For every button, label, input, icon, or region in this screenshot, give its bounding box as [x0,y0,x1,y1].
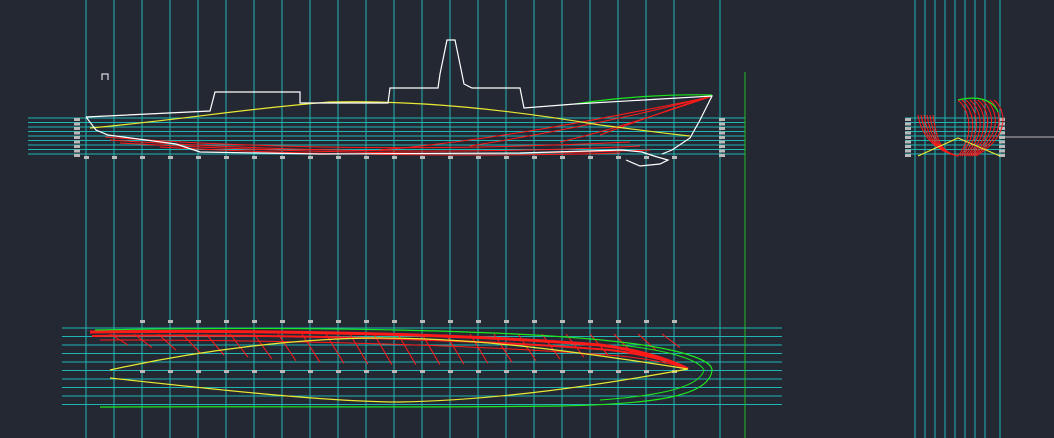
profile-marker-13 [448,156,453,159]
half-breadth-mid-marker-10 [420,370,425,373]
profile-marker-6 [252,156,257,159]
profile-marker-19 [616,156,621,159]
half-breadth-mid-marker-15 [560,370,565,373]
half-breadth-mid-marker-13 [504,370,509,373]
profile-marker-20 [644,156,649,159]
background [0,0,1054,438]
half-breadth-mid-marker-9 [392,370,397,373]
half-breadth-top-marker-6 [308,320,313,323]
body-left-tick-2 [905,127,911,130]
profile-marker-5 [224,156,229,159]
profile-left-tick-7 [74,149,80,153]
profile-marker-0 [84,156,89,159]
profile-right-tick-6 [719,145,725,148]
profile-left-tick-3 [74,131,80,135]
half-breadth-top-marker-8 [364,320,369,323]
half-breadth-top-marker-19 [672,320,677,323]
profile-left-tick-4 [74,136,80,139]
half-breadth-top-marker-10 [420,320,425,323]
half-breadth-top-marker-0 [140,320,145,323]
body-right-tick-6 [999,145,1005,148]
half-breadth-mid-marker-6 [308,370,313,373]
half-breadth-top-marker-1 [168,320,173,323]
half-breadth-mid-marker-16 [588,370,593,373]
body-left-tick-7 [905,149,911,153]
body-left-tick-1 [905,122,911,126]
half-breadth-mid-marker-18 [644,370,649,373]
profile-right-tick-2 [719,127,725,130]
profile-marker-12 [420,156,425,159]
body-right-tick-0 [999,118,1005,121]
body-left-tick-3 [905,131,911,135]
profile-left-tick-1 [74,122,80,126]
profile-right-tick-7 [719,149,725,153]
half-breadth-top-marker-17 [616,320,621,323]
half-breadth-mid-marker-0 [140,370,145,373]
cad-viewport[interactable] [0,0,1054,438]
body-left-tick-8 [905,154,911,157]
half-breadth-top-marker-13 [504,320,509,323]
half-breadth-top-marker-2 [196,320,201,323]
half-breadth-top-marker-12 [476,320,481,323]
half-breadth-top-marker-3 [224,320,229,323]
profile-marker-18 [588,156,593,159]
half-breadth-mid-marker-5 [280,370,285,373]
profile-left-tick-5 [74,140,80,144]
profile-right-tick-5 [719,140,725,144]
half-breadth-top-marker-4 [252,320,257,323]
profile-right-tick-0 [719,118,725,121]
profile-right-tick-1 [719,122,725,126]
half-breadth-mid-marker-4 [252,370,257,373]
half-breadth-mid-marker-7 [336,370,341,373]
body-left-tick-5 [905,140,911,144]
profile-marker-2 [140,156,145,159]
half-breadth-top-marker-7 [336,320,341,323]
half-breadth-top-marker-14 [532,320,537,323]
half-breadth-mid-marker-14 [532,370,537,373]
half-breadth-mid-marker-1 [168,370,173,373]
profile-right-tick-8 [719,154,725,157]
body-left-tick-0 [905,118,911,121]
profile-marker-21 [672,156,677,159]
profile-marker-1 [112,156,117,159]
profile-marker-11 [392,156,397,159]
half-breadth-top-marker-18 [644,320,649,323]
half-breadth-top-marker-9 [392,320,397,323]
half-breadth-top-marker-5 [280,320,285,323]
profile-right-tick-3 [719,131,725,135]
profile-marker-15 [504,156,509,159]
body-left-tick-6 [905,145,911,148]
half-breadth-top-marker-16 [588,320,593,323]
profile-marker-8 [308,156,313,159]
drawing-canvas[interactable] [0,0,1054,438]
profile-marker-9 [336,156,341,159]
profile-marker-3 [168,156,173,159]
half-breadth-mid-marker-3 [224,370,229,373]
profile-marker-16 [532,156,537,159]
body-right-tick-5 [999,140,1005,144]
profile-marker-7 [280,156,285,159]
half-breadth-top-marker-11 [448,320,453,323]
body-left-tick-4 [905,136,911,139]
profile-marker-4 [196,156,201,159]
half-breadth-mid-marker-8 [364,370,369,373]
profile-marker-17 [560,156,565,159]
profile-marker-14 [476,156,481,159]
profile-left-tick-2 [74,127,80,130]
half-breadth-mid-marker-12 [476,370,481,373]
profile-left-tick-0 [74,118,80,121]
profile-right-tick-4 [719,136,725,139]
profile-marker-10 [364,156,369,159]
half-breadth-mid-marker-2 [196,370,201,373]
half-breadth-mid-marker-11 [448,370,453,373]
body-right-tick-7 [999,149,1005,153]
profile-left-tick-8 [74,154,80,157]
half-breadth-mid-marker-17 [616,370,621,373]
half-breadth-top-marker-15 [560,320,565,323]
profile-left-tick-6 [74,145,80,148]
